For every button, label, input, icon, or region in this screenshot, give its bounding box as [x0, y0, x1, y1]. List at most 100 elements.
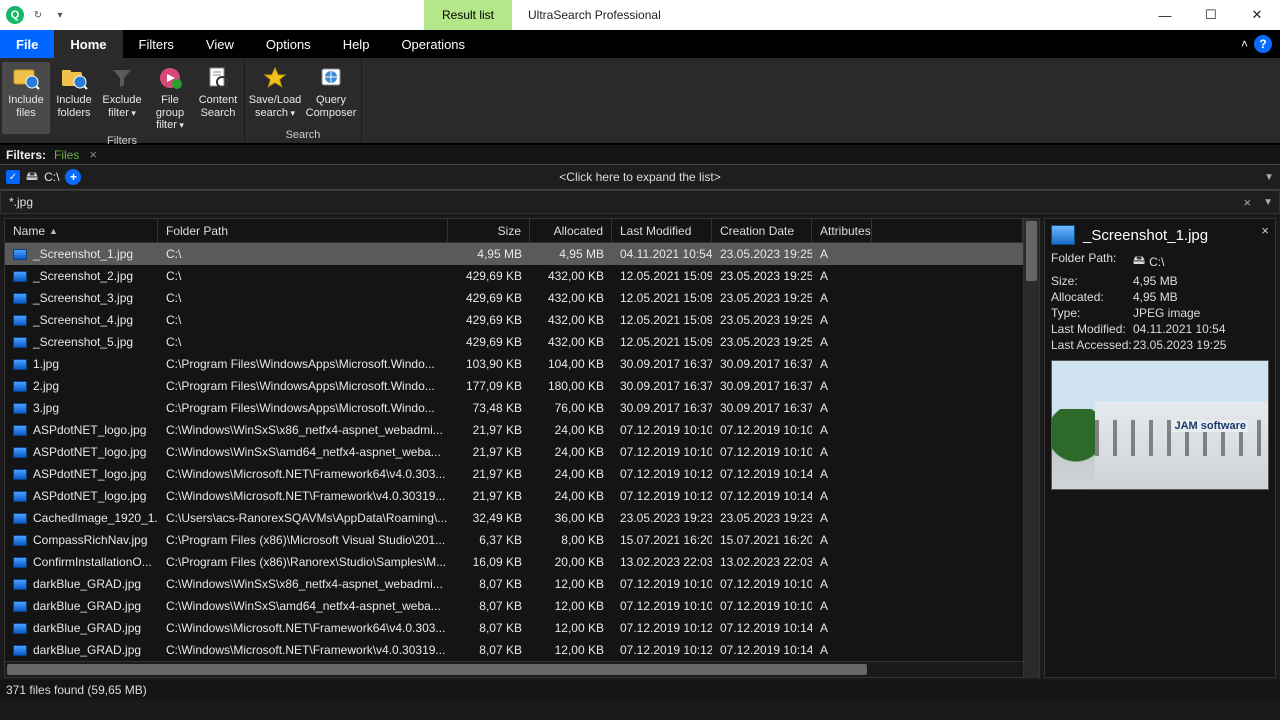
cell-mod: 30.09.2017 16:37 [612, 397, 712, 419]
cell-name: darkBlue_GRAD.jpg [33, 577, 141, 591]
filegroup-icon [154, 64, 186, 92]
cell-size: 8,07 KB [448, 573, 530, 595]
cell-alloc: 8,00 KB [530, 529, 612, 551]
cell-cre: 07.12.2019 10:10 [712, 595, 812, 617]
drives-bar[interactable]: ✓ 🖴 C:\ + <Click here to expand the list… [0, 164, 1280, 190]
search-input[interactable] [1, 195, 1238, 209]
col-creation-date[interactable]: Creation Date [712, 219, 812, 242]
expand-chevron-icon[interactable]: ▼ [1264, 172, 1274, 183]
cell-size: 177,09 KB [448, 375, 530, 397]
col-name[interactable]: Name▲ [5, 219, 158, 242]
table-row[interactable]: ASPdotNET_logo.jpgC:\Windows\Microsoft.N… [5, 485, 1023, 507]
col-path[interactable]: Folder Path [158, 219, 448, 242]
cell-path: C:\Windows\WinSxS\x86_netfx4-aspnet_weba… [158, 419, 448, 441]
col-attributes[interactable]: Attributes [812, 219, 872, 242]
preview-folder-v: C:\ [1149, 255, 1164, 269]
horizontal-scrollbar[interactable] [5, 662, 1007, 677]
table-row[interactable]: 1.jpgC:\Program Files\WindowsApps\Micros… [5, 353, 1023, 375]
cell-attr: A [812, 617, 872, 639]
menu-view[interactable]: View [190, 30, 250, 58]
query-composer-button[interactable]: Query Composer [303, 62, 359, 128]
table-row[interactable]: darkBlue_GRAD.jpgC:\Windows\WinSxS\x86_n… [5, 573, 1023, 595]
help-icon[interactable]: ? [1254, 35, 1272, 53]
cell-alloc: 432,00 KB [530, 287, 612, 309]
table-row[interactable]: _Screenshot_1.jpgC:\4,95 MB4,95 MB04.11.… [5, 243, 1023, 265]
col-last-modified[interactable]: Last Modified [612, 219, 712, 242]
table-row[interactable]: _Screenshot_5.jpgC:\429,69 KB432,00 KB12… [5, 331, 1023, 353]
table-header: Name▲ Folder Path Size Allocated Last Mo… [5, 219, 1023, 243]
table-row[interactable]: ASPdotNET_logo.jpgC:\Windows\Microsoft.N… [5, 463, 1023, 485]
col-allocated[interactable]: Allocated [530, 219, 612, 242]
table-row[interactable]: darkBlue_GRAD.jpgC:\Windows\Microsoft.NE… [5, 617, 1023, 639]
menu-filters[interactable]: Filters [123, 30, 190, 58]
cell-alloc: 36,00 KB [530, 507, 612, 529]
table-row[interactable]: _Screenshot_3.jpgC:\429,69 KB432,00 KB12… [5, 287, 1023, 309]
menu-home[interactable]: Home [54, 30, 122, 58]
cell-mod: 04.11.2021 10:54 [612, 243, 712, 265]
pathbar-close-icon[interactable]: × [89, 147, 97, 162]
image-file-icon [13, 469, 27, 480]
maximize-button[interactable]: ☐ [1188, 0, 1234, 30]
table-row[interactable]: CachedImage_1920_1...C:\Users\acs-Ranore… [5, 507, 1023, 529]
qat-dropdown-icon[interactable]: ▾ [52, 7, 68, 23]
include-files-button[interactable]: Include files [2, 62, 50, 134]
image-file-icon [13, 359, 27, 370]
image-file-icon [13, 293, 27, 304]
cell-path: C:\Windows\Microsoft.NET\Framework\v4.0.… [158, 485, 448, 507]
drive-checkbox[interactable]: ✓ [6, 170, 20, 184]
cell-size: 21,97 KB [448, 463, 530, 485]
save-load-search-button[interactable]: Save/Load search [247, 62, 303, 128]
cell-alloc: 12,00 KB [530, 617, 612, 639]
cell-alloc: 24,00 KB [530, 485, 612, 507]
cell-cre: 30.09.2017 16:37 [712, 375, 812, 397]
col-size[interactable]: Size [448, 219, 530, 242]
cell-path: C:\ [158, 243, 448, 265]
cell-attr: A [812, 507, 872, 529]
search-dropdown-icon[interactable]: ▼ [1257, 197, 1279, 208]
globe-icon [315, 64, 347, 92]
table-row[interactable]: _Screenshot_4.jpgC:\429,69 KB432,00 KB12… [5, 309, 1023, 331]
add-drive-button[interactable]: + [65, 169, 81, 185]
clear-search-icon[interactable]: × [1238, 195, 1258, 210]
cell-attr: A [812, 265, 872, 287]
cell-name: _Screenshot_2.jpg [33, 269, 133, 283]
exclude-filter-button[interactable]: Exclude filter [98, 62, 146, 134]
menu-help[interactable]: Help [327, 30, 386, 58]
cell-path: C:\Windows\Microsoft.NET\Framework64\v4.… [158, 463, 448, 485]
results-table: Name▲ Folder Path Size Allocated Last Mo… [4, 218, 1040, 678]
vertical-scrollbar[interactable] [1023, 219, 1039, 677]
table-row[interactable]: CompassRichNav.jpgC:\Program Files (x86)… [5, 529, 1023, 551]
collapse-ribbon-icon[interactable]: ˄ [1241, 37, 1248, 51]
context-tag: Result list [424, 0, 512, 30]
table-row[interactable]: 3.jpgC:\Program Files\WindowsApps\Micros… [5, 397, 1023, 419]
preview-acc-v: 23.05.2023 19:25 [1133, 338, 1269, 352]
table-row[interactable]: ConfirmInstallationO...C:\Program Files … [5, 551, 1023, 573]
menu-options[interactable]: Options [250, 30, 327, 58]
cell-size: 429,69 KB [448, 331, 530, 353]
cell-cre: 07.12.2019 10:14 [712, 617, 812, 639]
file-group-filter-button[interactable]: File group filter [146, 62, 194, 134]
image-file-icon [13, 579, 27, 590]
content-search-button[interactable]: Content Search [194, 62, 242, 134]
table-row[interactable]: darkBlue_GRAD.jpgC:\Windows\Microsoft.NE… [5, 639, 1023, 661]
table-row[interactable]: ASPdotNET_logo.jpgC:\Windows\WinSxS\x86_… [5, 419, 1023, 441]
close-button[interactable]: ✕ [1234, 0, 1280, 30]
table-row[interactable]: ASPdotNET_logo.jpgC:\Windows\WinSxS\amd6… [5, 441, 1023, 463]
image-file-icon [13, 403, 27, 414]
cell-alloc: 432,00 KB [530, 265, 612, 287]
qat-redo-icon[interactable]: ↻ [30, 7, 46, 23]
minimize-button[interactable]: — [1142, 0, 1188, 30]
cell-mod: 07.12.2019 10:12 [612, 617, 712, 639]
cell-path: C:\Program Files\WindowsApps\Microsoft.W… [158, 353, 448, 375]
menu-file[interactable]: File [0, 30, 54, 58]
cell-path: C:\Program Files (x86)\Microsoft Visual … [158, 529, 448, 551]
pathbar-crumb[interactable]: Files [54, 148, 79, 162]
table-row[interactable]: darkBlue_GRAD.jpgC:\Windows\WinSxS\amd64… [5, 595, 1023, 617]
table-row[interactable]: 2.jpgC:\Program Files\WindowsApps\Micros… [5, 375, 1023, 397]
preview-close-icon[interactable]: × [1261, 223, 1269, 238]
cell-alloc: 12,00 KB [530, 595, 612, 617]
expand-hint[interactable]: <Click here to expand the list> [559, 170, 720, 184]
include-folders-button[interactable]: Include folders [50, 62, 98, 134]
menu-operations[interactable]: Operations [385, 30, 481, 58]
table-row[interactable]: _Screenshot_2.jpgC:\429,69 KB432,00 KB12… [5, 265, 1023, 287]
